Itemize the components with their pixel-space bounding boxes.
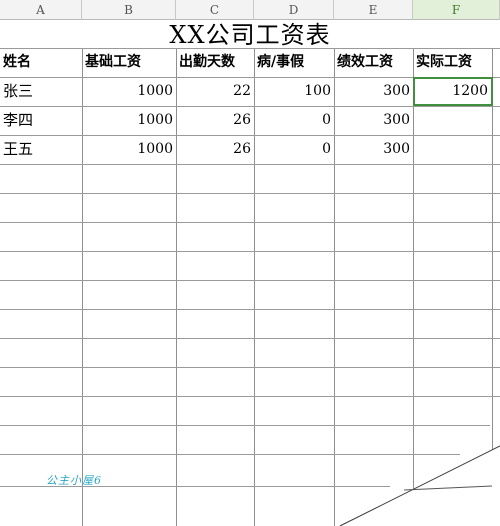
page-curl-decoration: [339, 445, 500, 526]
spreadsheet-sheet: A B C D E F XX公司工资表 姓名 基础工资 出勤天数 病/事假 绩效…: [0, 0, 500, 526]
